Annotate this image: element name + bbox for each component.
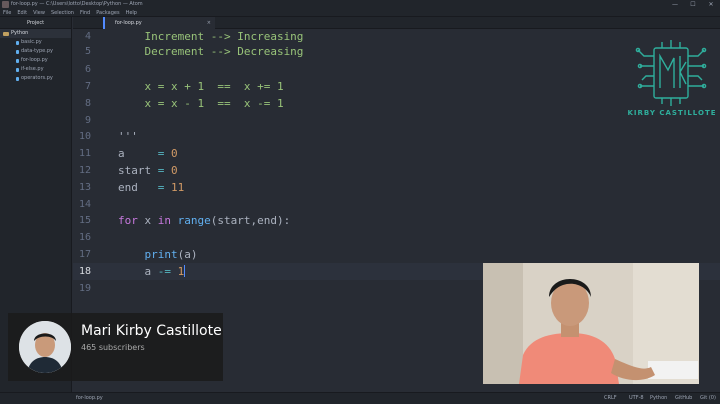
menu-help[interactable]: Help <box>123 9 140 16</box>
line-number: 18 <box>78 266 91 277</box>
code-line: 16 <box>73 229 720 246</box>
status-line-ending[interactable]: CRLF <box>604 393 617 404</box>
code-text: print(a) <box>144 248 198 261</box>
webcam-person-image <box>483 263 699 384</box>
status-bar: for-loop.py CRLF UTF-8 Python GitHub Git… <box>0 392 720 404</box>
minimize-button[interactable]: — <box>666 0 684 9</box>
code-line: 14 <box>73 196 720 213</box>
code-line: 7 x = x + 1 == x += 1 <box>73 78 720 95</box>
line-number: 16 <box>78 232 91 243</box>
file-label: if-else.py <box>21 66 44 72</box>
line-number: 10 <box>78 131 91 142</box>
line-number: 13 <box>78 182 91 193</box>
menu-packages[interactable]: Packages <box>93 9 122 16</box>
folder-label: Python <box>11 30 29 36</box>
status-grammar[interactable]: Python <box>650 393 667 404</box>
file-label: data-type.py <box>21 48 53 54</box>
channel-card[interactable]: Mari Kirby Castillote 465 subscribers <box>8 313 223 381</box>
code-text: a = 0 <box>118 147 178 160</box>
file-label: operators.py <box>21 75 53 81</box>
status-encoding[interactable]: UTF-8 <box>629 393 644 404</box>
line-number: 15 <box>78 215 91 226</box>
avatar-portrait-icon <box>19 321 71 373</box>
python-file-icon <box>16 40 19 45</box>
menu-file[interactable]: File <box>0 9 14 16</box>
code-line: 12 start = 0 <box>73 162 720 179</box>
menu-view[interactable]: View <box>30 9 48 16</box>
python-file-icon <box>16 49 19 54</box>
line-number: 5 <box>84 46 91 57</box>
kirby-castillote-logo: KIRBY CASTILLOTE <box>624 40 720 122</box>
channel-name[interactable]: Mari Kirby Castillote <box>81 323 222 339</box>
webcam-feed <box>483 263 699 384</box>
folder-icon <box>3 31 9 36</box>
menu-bar: File Edit View Selection Find Packages H… <box>0 9 720 17</box>
tab-label: for-loop.py <box>115 20 142 26</box>
python-file-icon <box>16 76 19 81</box>
line-number: 17 <box>78 249 91 260</box>
code-text: end = 11 <box>118 181 185 194</box>
text-cursor <box>184 265 186 277</box>
maximize-button[interactable]: ☐ <box>684 0 702 9</box>
code-line: 13 end = 11 <box>73 179 720 196</box>
code-text: start = 0 <box>118 164 178 177</box>
code-line: 8 x = x - 1 == x -= 1 <box>73 95 720 112</box>
project-header: Project <box>0 17 71 29</box>
tree-folder-python[interactable]: Python <box>0 29 71 38</box>
tree-file-data-type[interactable]: data-type.py <box>0 47 71 56</box>
line-number: 8 <box>84 98 91 109</box>
file-label: basic.py <box>21 39 42 45</box>
line-number: 12 <box>78 165 91 176</box>
status-file-path[interactable]: for-loop.py <box>76 393 103 404</box>
line-number: 6 <box>84 64 91 75</box>
code-text: ''' <box>118 130 138 143</box>
tree-file-if-else[interactable]: if-else.py <box>0 65 71 74</box>
code-line: 15 for x in range(start,end): <box>73 212 720 229</box>
code-line: 10 ''' <box>73 128 720 145</box>
code-text: for x in range(start,end): <box>118 214 291 227</box>
tree-file-operators[interactable]: operators.py <box>0 74 71 83</box>
code-line: 17 print(a) <box>73 246 720 263</box>
line-number: 7 <box>84 81 91 92</box>
menu-edit[interactable]: Edit <box>14 9 30 16</box>
status-github[interactable]: GitHub <box>675 393 692 404</box>
code-line: 5 Decrement --> Decreasing <box>73 43 720 60</box>
code-line: 9 <box>73 112 720 129</box>
tree-file-basic[interactable]: basic.py <box>0 38 71 47</box>
title-bar: for-loop.py — C:\Users\lotto\Desktop\Pyt… <box>0 0 720 9</box>
code-text: x = x - 1 == x -= 1 <box>118 97 284 110</box>
line-number: 9 <box>84 115 91 126</box>
window-title: for-loop.py — C:\Users\lotto\Desktop\Pyt… <box>11 1 143 7</box>
code-text: Decrement --> Decreasing <box>118 45 304 58</box>
file-label: for-loop.py <box>21 57 48 63</box>
menu-find[interactable]: Find <box>77 9 93 16</box>
code-text: a -= 1 <box>118 265 186 278</box>
python-file-icon <box>16 58 19 63</box>
line-number: 14 <box>78 199 91 210</box>
subscriber-count: 465 subscribers <box>81 343 145 352</box>
atom-app-icon <box>2 1 9 8</box>
line-number: 19 <box>78 283 91 294</box>
atom-editor-window: for-loop.py — C:\Users\lotto\Desktop\Pyt… <box>0 0 720 404</box>
menu-selection[interactable]: Selection <box>48 9 77 16</box>
tree-file-for-loop[interactable]: for-loop.py <box>0 56 71 65</box>
channel-avatar[interactable] <box>19 321 71 373</box>
code-line: 6 <box>73 61 720 78</box>
close-button[interactable]: ✕ <box>702 0 720 9</box>
code-editor[interactable]: 4 Increment --> Increasing 5 Decrement -… <box>73 29 720 303</box>
line-number: 11 <box>78 148 91 159</box>
logo-text: KIRBY CASTILLOTE <box>627 109 717 117</box>
code-text: x = x + 1 == x += 1 <box>118 80 284 93</box>
status-git[interactable]: Git (0) <box>700 393 716 404</box>
code-line: 11 a = 0 <box>73 145 720 162</box>
circuit-logo-icon <box>635 40 707 106</box>
python-file-icon <box>16 67 19 72</box>
